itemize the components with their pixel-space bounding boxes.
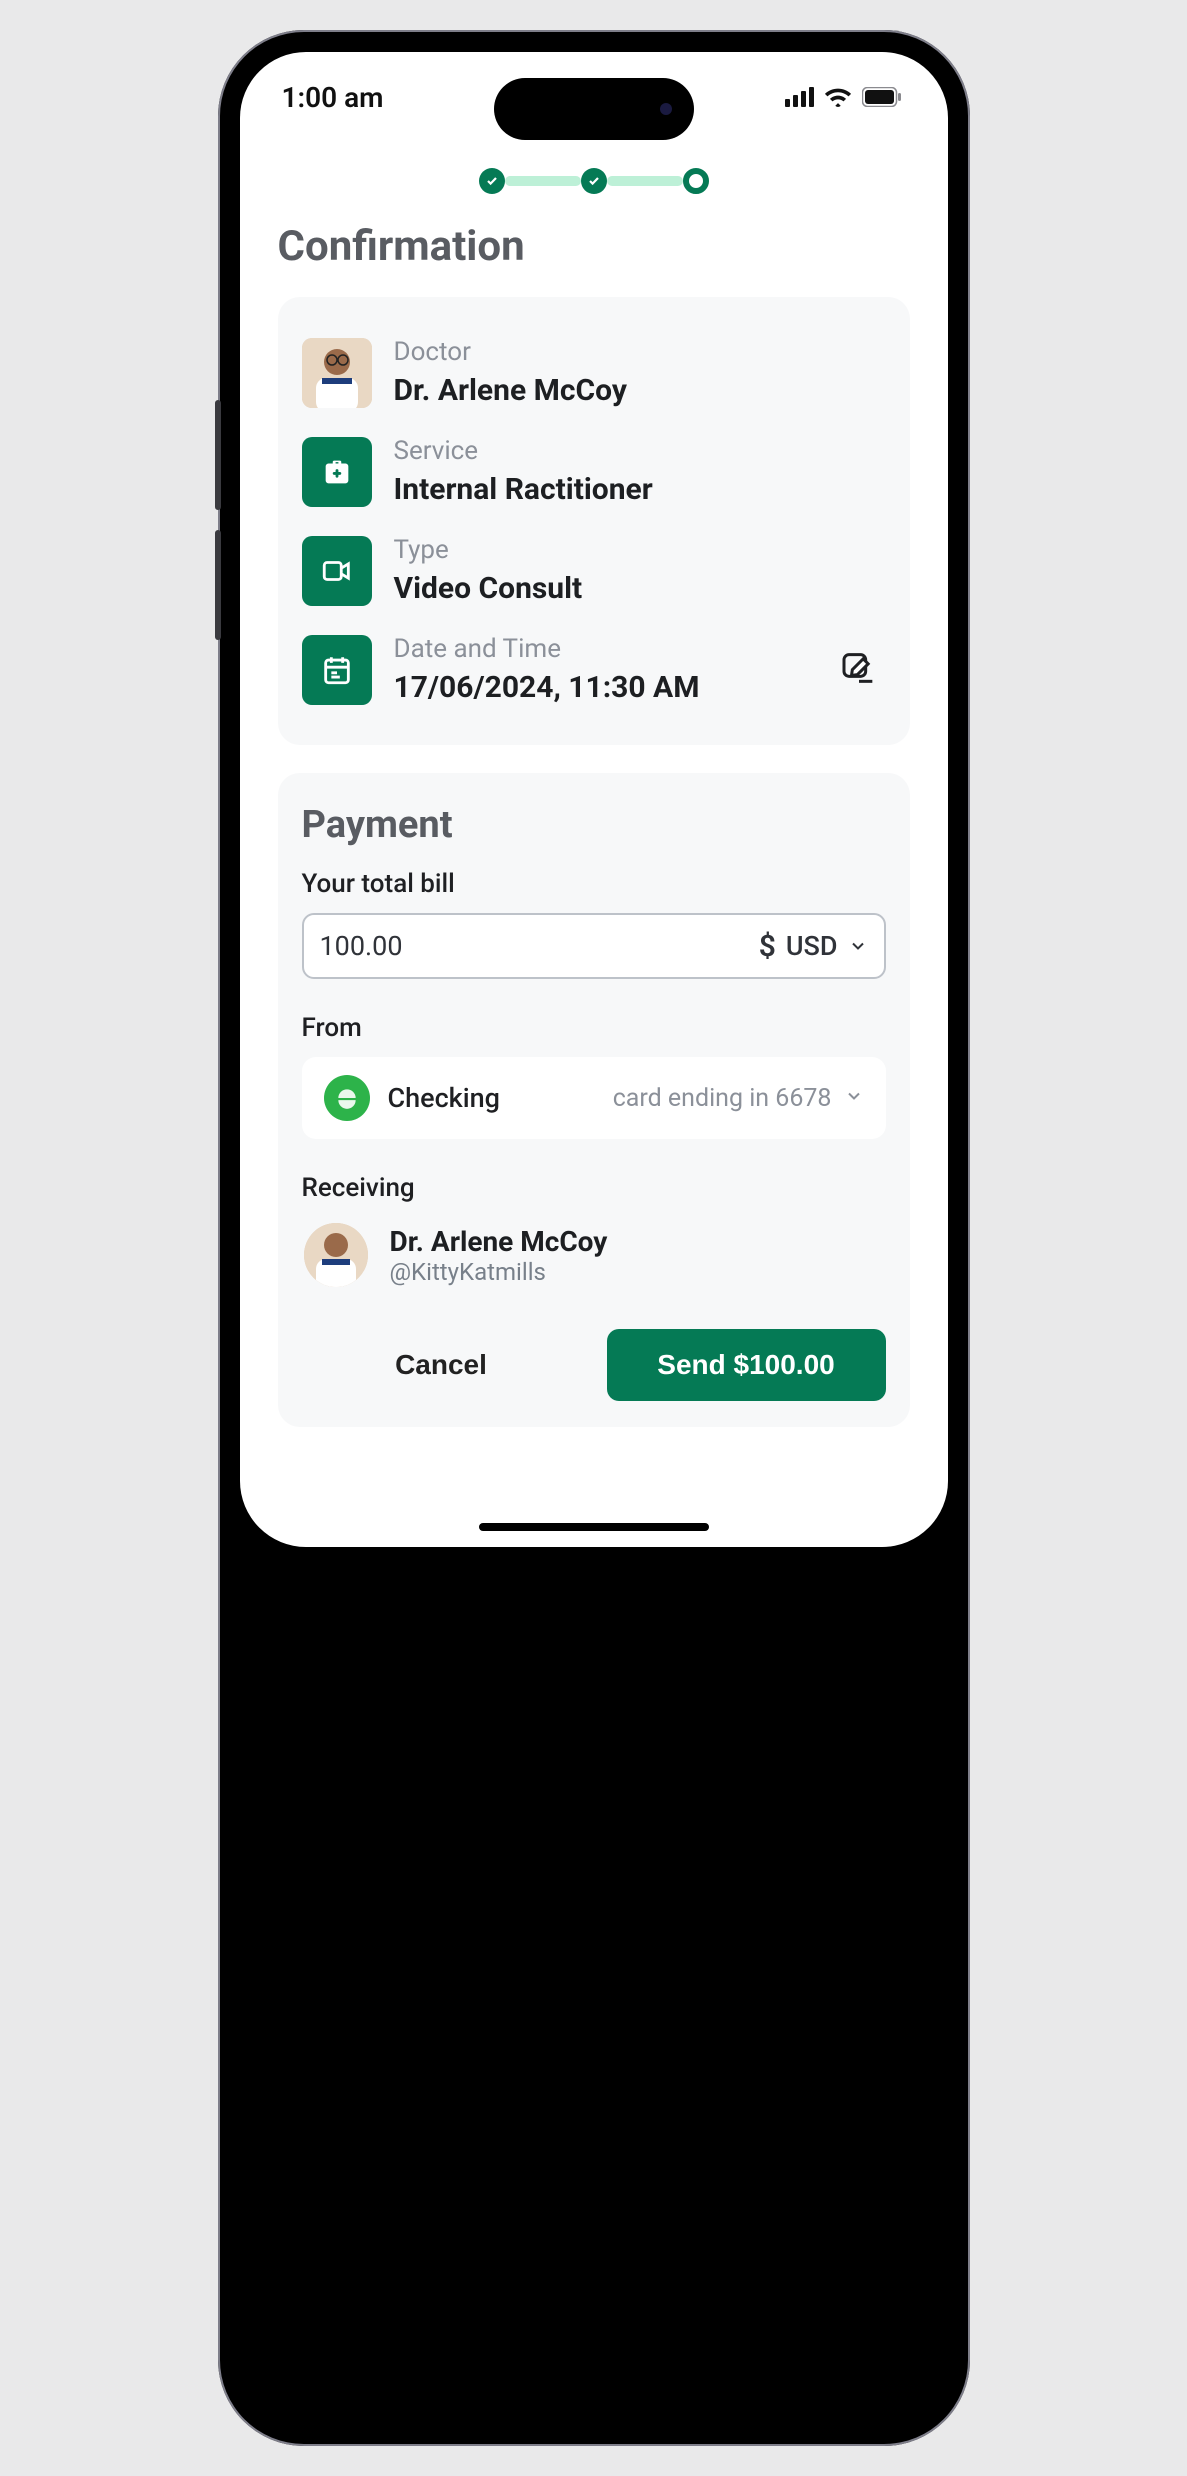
edit-datetime-button[interactable] bbox=[836, 647, 882, 693]
bill-label: Your total bill bbox=[302, 869, 886, 899]
from-account-detail: card ending in 6678 bbox=[613, 1084, 832, 1113]
video-icon bbox=[302, 536, 372, 606]
action-row: Cancel Send $100.00 bbox=[302, 1329, 886, 1401]
payment-card: Payment Your total bill 100.00 $ USD Fro… bbox=[278, 773, 910, 1427]
phone-screen: 1:00 am bbox=[240, 52, 948, 1547]
status-time: 1:00 am bbox=[282, 81, 384, 114]
phone-frame: 1:00 am bbox=[218, 30, 970, 2446]
from-account-selector[interactable]: Checking card ending in 6678 bbox=[302, 1057, 886, 1139]
bank-icon bbox=[324, 1075, 370, 1121]
send-button[interactable]: Send $100.00 bbox=[607, 1329, 886, 1401]
service-label: Service bbox=[394, 436, 653, 466]
page-title: Confirmation bbox=[278, 222, 910, 271]
from-account-name: Checking bbox=[388, 1082, 500, 1114]
wifi-icon bbox=[824, 86, 852, 108]
calendar-icon bbox=[302, 635, 372, 705]
chevron-down-icon bbox=[844, 1084, 864, 1113]
summary-service-row: Service Internal Ractitioner bbox=[302, 422, 886, 521]
step-3-current-icon bbox=[683, 168, 709, 194]
currency-symbol: $ bbox=[759, 929, 776, 964]
doctor-value: Dr. Arlene McCoy bbox=[394, 373, 627, 408]
home-indicator[interactable] bbox=[479, 1523, 709, 1531]
step-connector bbox=[505, 176, 581, 186]
doctor-avatar bbox=[302, 338, 372, 408]
from-label: From bbox=[302, 1013, 886, 1043]
edit-icon bbox=[839, 648, 879, 688]
cellular-signal-icon bbox=[785, 87, 814, 107]
summary-doctor-row: Doctor Dr. Arlene McCoy bbox=[302, 323, 886, 422]
chevron-down-icon bbox=[848, 936, 868, 956]
step-2-done-icon bbox=[581, 168, 607, 194]
payment-title: Payment bbox=[302, 803, 886, 847]
receiving-name: Dr. Arlene McCoy bbox=[390, 1225, 608, 1258]
type-value: Video Consult bbox=[394, 571, 583, 606]
receiving-handle: @KittyKatmills bbox=[390, 1258, 608, 1286]
service-value: Internal Ractitioner bbox=[394, 472, 653, 507]
doctor-label: Doctor bbox=[394, 337, 627, 367]
type-label: Type bbox=[394, 535, 583, 565]
progress-stepper bbox=[278, 168, 910, 194]
receiving-row: Dr. Arlene McCoy @KittyKatmills bbox=[302, 1217, 886, 1293]
currency-selector[interactable]: $ USD bbox=[759, 929, 868, 964]
confirmation-summary-card: Doctor Dr. Arlene McCoy Service Internal… bbox=[278, 297, 910, 745]
total-bill-input[interactable]: 100.00 $ USD bbox=[302, 913, 886, 979]
dynamic-island bbox=[494, 78, 694, 140]
summary-type-row: Type Video Consult bbox=[302, 521, 886, 620]
receiving-label: Receiving bbox=[302, 1173, 886, 1203]
currency-code: USD bbox=[786, 930, 838, 962]
step-1-done-icon bbox=[479, 168, 505, 194]
step-connector bbox=[607, 176, 683, 186]
cancel-button[interactable]: Cancel bbox=[302, 1329, 581, 1401]
summary-datetime-row: Date and Time 17/06/2024, 11:30 AM bbox=[302, 620, 886, 719]
briefcase-medical-icon bbox=[302, 437, 372, 507]
bill-amount: 100.00 bbox=[320, 930, 759, 962]
battery-icon bbox=[862, 87, 902, 107]
datetime-value: 17/06/2024, 11:30 AM bbox=[394, 670, 700, 705]
receiving-avatar bbox=[304, 1223, 368, 1287]
datetime-label: Date and Time bbox=[394, 634, 700, 664]
